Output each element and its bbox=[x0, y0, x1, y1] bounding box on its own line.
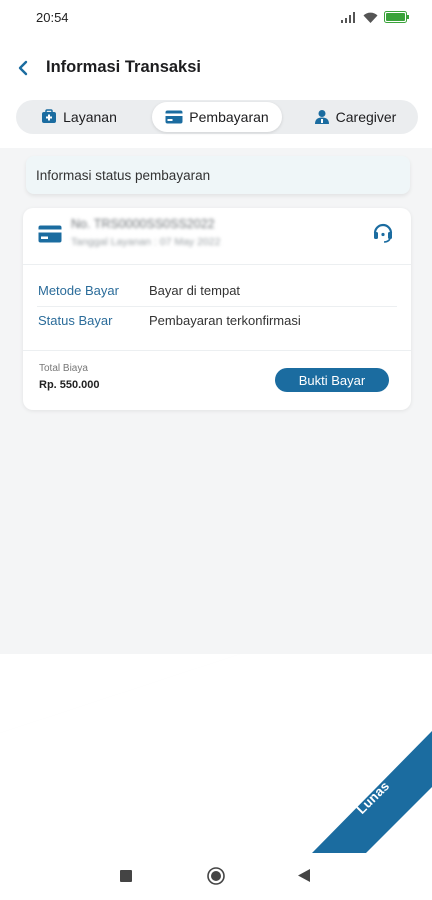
tab-bar: Layanan Pembayaran Caregiver bbox=[16, 100, 418, 134]
home-circle-icon bbox=[207, 867, 225, 885]
payment-method-label: Metode Bayar bbox=[38, 283, 119, 298]
transaction-card: No. TRS0000SS0SS2022 Tanggal Layanan : 0… bbox=[23, 208, 411, 410]
back-triangle-icon bbox=[298, 869, 310, 882]
recents-square-icon bbox=[120, 870, 132, 882]
signal-icon bbox=[341, 11, 355, 23]
total-label: Total Biaya bbox=[39, 363, 88, 374]
tab-label: Pembayaran bbox=[189, 109, 269, 125]
info-status-bar: Informasi status pembayaran bbox=[26, 156, 410, 194]
customer-service-button[interactable] bbox=[372, 221, 394, 248]
chevron-left-icon bbox=[18, 60, 28, 76]
divider bbox=[23, 264, 411, 265]
total-value: Rp. 550.000 bbox=[39, 379, 100, 391]
person-icon bbox=[314, 110, 329, 124]
tab-layanan[interactable]: Layanan bbox=[16, 102, 142, 132]
back-button[interactable] bbox=[12, 56, 36, 80]
recents-button[interactable] bbox=[120, 869, 132, 887]
payment-status-label: Status Bayar bbox=[38, 313, 113, 328]
payment-status-value: Pembayaran terkonfirmasi bbox=[149, 313, 301, 328]
tab-pembayaran[interactable]: Pembayaran bbox=[152, 102, 282, 132]
payment-method-value: Bayar di tempat bbox=[149, 283, 241, 298]
divider bbox=[23, 350, 411, 351]
credit-card-icon bbox=[165, 110, 183, 124]
tab-label: Caregiver bbox=[335, 109, 397, 125]
medical-bag-icon bbox=[42, 109, 57, 123]
page-title: Informasi Transaksi bbox=[46, 58, 201, 76]
header: Informasi Transaksi bbox=[0, 44, 432, 94]
status-bar: 20:54 bbox=[0, 0, 432, 36]
divider bbox=[37, 306, 397, 307]
wifi-icon bbox=[363, 12, 378, 23]
home-button[interactable] bbox=[207, 867, 225, 890]
nav-back-button[interactable] bbox=[298, 869, 310, 887]
transaction-number: No. TRS0000SS0SS2022 bbox=[71, 217, 215, 231]
tab-label: Layanan bbox=[63, 109, 117, 125]
system-nav-bar bbox=[0, 853, 432, 900]
credit-card-icon bbox=[38, 225, 62, 243]
transaction-date: Tanggal Layanan : 07 May 2022 bbox=[71, 236, 221, 248]
status-time: 20:54 bbox=[36, 10, 69, 25]
battery-icon bbox=[384, 11, 409, 23]
tab-caregiver[interactable]: Caregiver bbox=[292, 102, 418, 132]
headset-icon bbox=[373, 223, 393, 243]
payment-proof-button[interactable]: Bukti Bayar bbox=[275, 368, 389, 392]
status-icons bbox=[341, 11, 410, 23]
